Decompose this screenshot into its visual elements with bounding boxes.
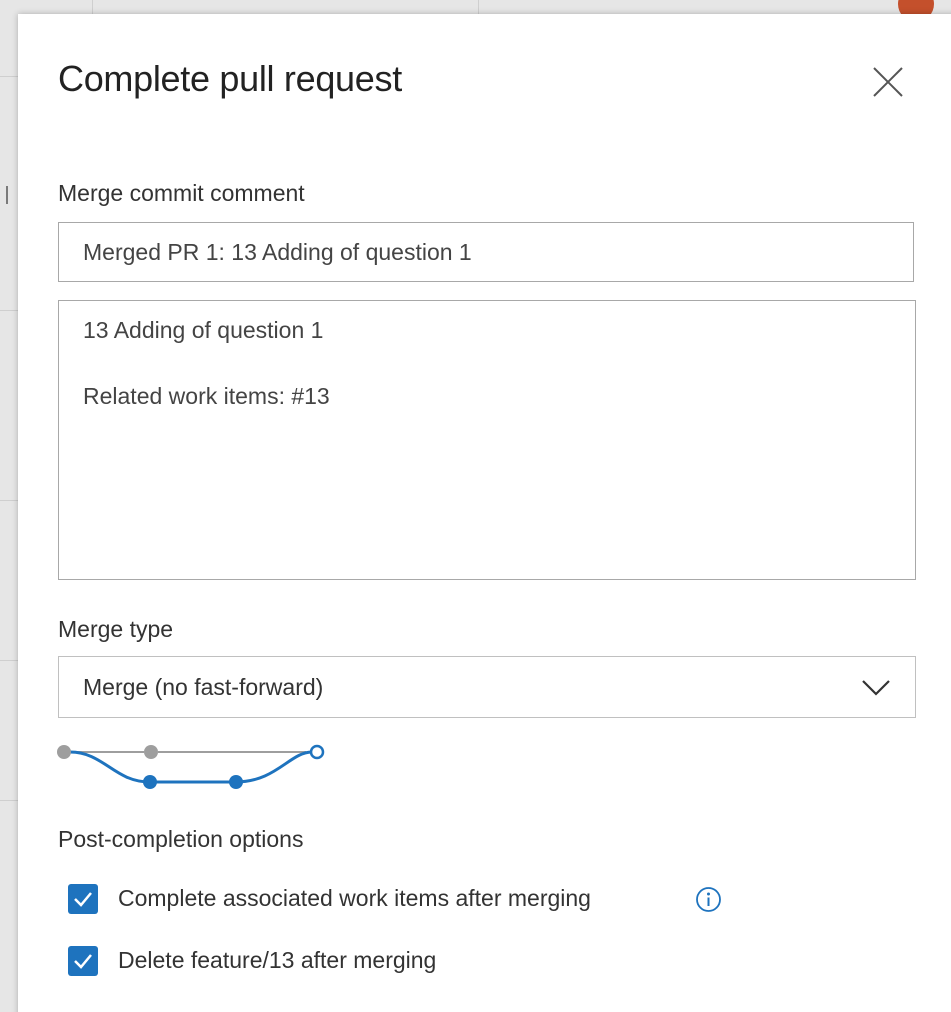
check-icon xyxy=(74,954,92,969)
commit-dot xyxy=(57,745,71,759)
background-divider xyxy=(0,310,18,311)
complete-pull-request-dialog: Complete pull request Merge commit comme… xyxy=(18,14,951,1012)
delete-branch-label: Delete feature/13 after merging xyxy=(118,947,437,973)
merge-type-dropdown[interactable]: Merge (no fast-forward) xyxy=(58,656,916,718)
dialog-title: Complete pull request xyxy=(58,58,402,99)
merge-commit-description-textarea[interactable]: 13 Adding of question 1 Related work ite… xyxy=(58,300,916,580)
background-divider xyxy=(0,76,18,77)
merge-commit-comment-label: Merge commit comment xyxy=(58,180,305,206)
background-divider xyxy=(0,660,18,661)
background-divider xyxy=(478,0,479,14)
commit-dot xyxy=(144,745,158,759)
chevron-down-icon xyxy=(862,680,890,696)
commit-dot xyxy=(229,775,243,789)
commit-description-line: Related work items: #13 xyxy=(83,383,330,409)
info-icon[interactable] xyxy=(695,886,722,913)
close-icon xyxy=(873,67,903,97)
commit-description-line: 13 Adding of question 1 xyxy=(83,317,324,343)
merge-type-label: Merge type xyxy=(58,616,174,642)
background-divider xyxy=(0,800,18,801)
post-completion-options-label: Post-completion options xyxy=(58,826,304,852)
background-glyph xyxy=(6,186,18,204)
merge-type-selected-value: Merge (no fast-forward) xyxy=(83,674,324,700)
background-divider xyxy=(92,0,93,14)
merge-type-diagram xyxy=(57,744,325,789)
commit-dot xyxy=(143,775,157,789)
merge-commit-dot xyxy=(309,744,325,760)
delete-branch-checkbox[interactable] xyxy=(68,946,98,976)
complete-work-items-checkbox[interactable] xyxy=(68,884,98,914)
merge-commit-title-input[interactable] xyxy=(58,222,914,282)
check-icon xyxy=(74,892,92,907)
background-divider xyxy=(0,500,18,501)
close-button[interactable] xyxy=(870,64,906,100)
complete-work-items-label: Complete associated work items after mer… xyxy=(118,885,591,911)
